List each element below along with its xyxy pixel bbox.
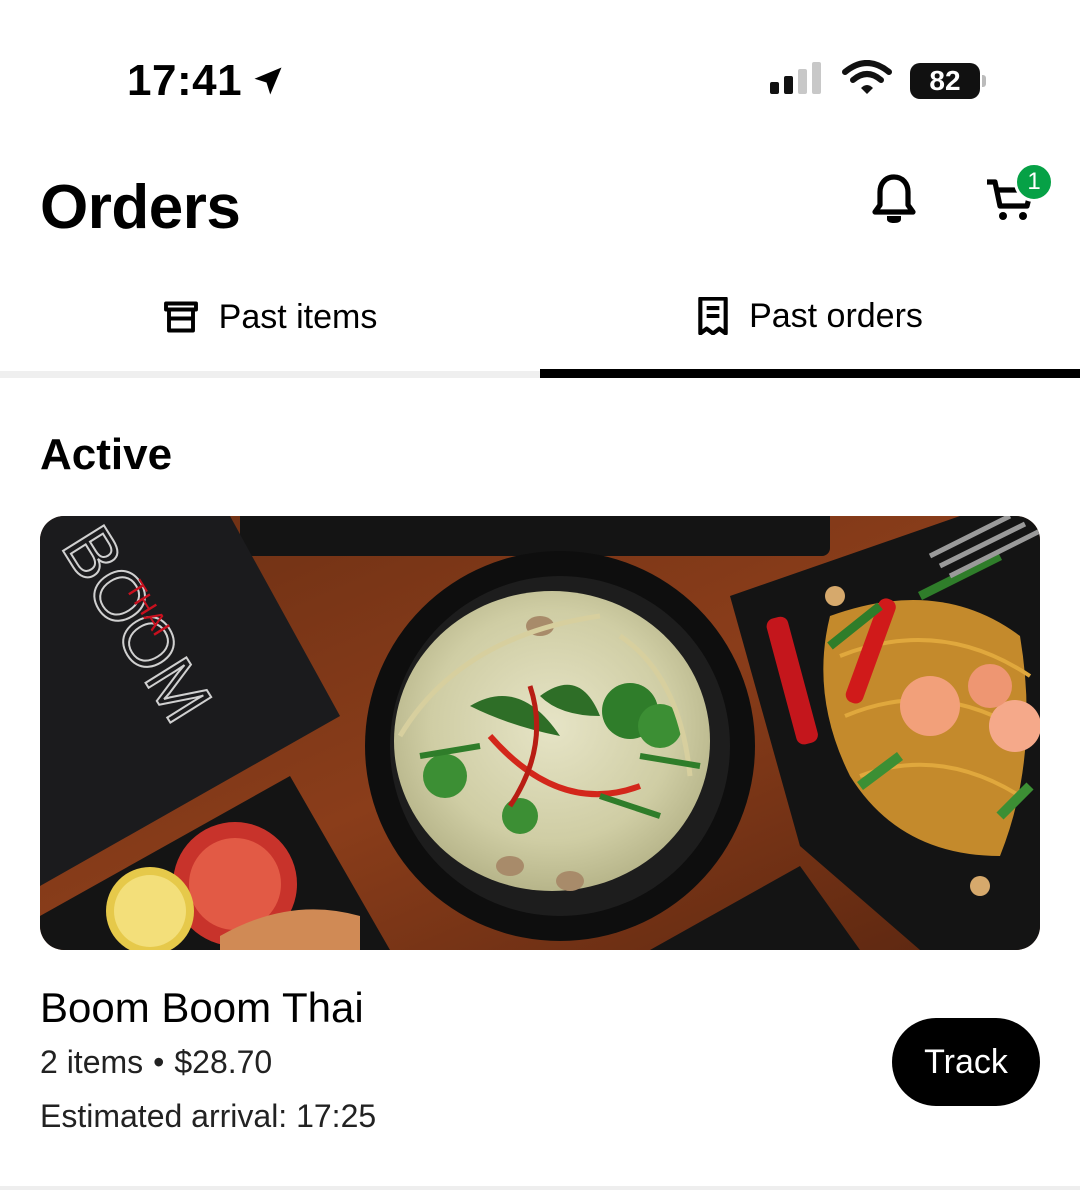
bell-icon (870, 173, 918, 232)
status-bar: 17:41 82 (0, 0, 1080, 150)
estimated-arrival: Estimated arrival: 17:25 (40, 1098, 377, 1134)
tab-past-items-label: Past items (218, 297, 378, 336)
tab-past-items[interactable]: Past items (0, 285, 540, 378)
header-actions: 1 (864, 162, 1054, 232)
cart-count-badge: 1 (1014, 162, 1054, 202)
section-title-active: Active (40, 430, 173, 479)
tab-past-orders-label: Past orders (749, 296, 923, 335)
status-time: 17:41 (127, 56, 286, 106)
notifications-button[interactable] (864, 172, 924, 232)
receipt-icon (697, 297, 729, 335)
time-text: 17:41 (127, 56, 243, 105)
battery-indicator: 82 (910, 62, 986, 99)
location-arrow-icon (250, 63, 286, 99)
orders-tabs: Past items Past orders (0, 285, 1080, 378)
restaurant-image[interactable]: BOOM THAI (40, 516, 1040, 950)
track-button[interactable]: Track (892, 1018, 1040, 1106)
meta-separator: • (153, 1044, 165, 1080)
tab-past-orders[interactable]: Past orders (540, 285, 1080, 378)
basket-icon (163, 300, 199, 334)
order-item-count: 2 items (40, 1044, 144, 1080)
divider (0, 1186, 1080, 1190)
cart-button[interactable]: 1 (980, 162, 1054, 232)
cellular-signal-icon (768, 60, 824, 101)
status-indicators: 82 (768, 60, 986, 101)
store-name: Boom Boom Thai (40, 984, 364, 1031)
order-summary: 2 items • $28.70 (40, 1044, 272, 1081)
wifi-icon (842, 60, 892, 101)
page-header: Orders 1 (40, 162, 1054, 252)
order-total: $28.70 (174, 1044, 273, 1080)
